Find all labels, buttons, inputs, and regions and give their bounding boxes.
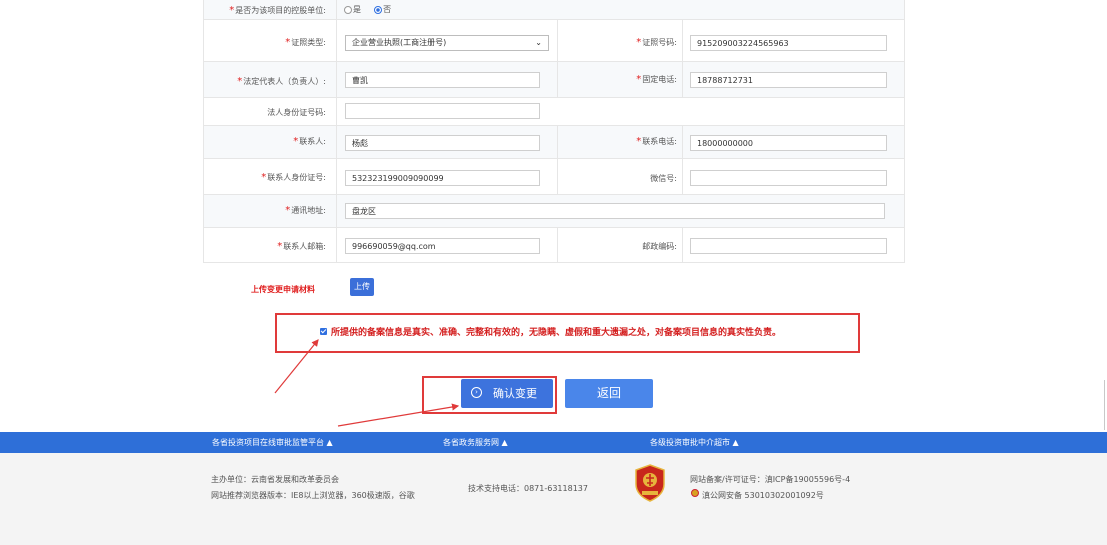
- legal-id-label: 法人身份证号码:: [267, 108, 326, 117]
- footer-link-approval-platform[interactable]: 各省投资项目在线审批监管平台 ▲: [212, 437, 333, 448]
- fixed-phone-label: *固定电话:: [636, 74, 677, 85]
- license-number-label: *证照号码:: [636, 37, 677, 48]
- email-label: *联系人邮箱:: [277, 241, 326, 252]
- footer-link-intermediary[interactable]: 各级投资审批中介超市 ▲: [650, 437, 739, 448]
- license-number-input[interactable]: 915209003224565963: [690, 35, 887, 51]
- contact-phone-label: *联系电话:: [636, 136, 677, 147]
- column-divider: [336, 0, 337, 19]
- postcode-label: 邮政编码:: [642, 242, 677, 251]
- declaration-checkbox[interactable]: [320, 328, 327, 335]
- police-badge-icon: [691, 489, 699, 497]
- address-input[interactable]: 盘龙区: [345, 203, 885, 219]
- fixed-phone-input[interactable]: 18788712731: [690, 72, 887, 88]
- contact-label: *联系人:: [293, 136, 326, 147]
- legal-id-input[interactable]: [345, 103, 540, 119]
- footer-support-phone: 技术支持电话：0871-63118137: [468, 484, 588, 493]
- confirm-change-label: 确认变更: [493, 387, 537, 400]
- form-row-email: *联系人邮箱: 996690059@qq.com 邮政编码:: [204, 227, 904, 263]
- form-row-legal-id: 法人身份证号码:: [204, 97, 904, 126]
- email-input[interactable]: 996690059@qq.com: [345, 238, 540, 254]
- circle-arrow-icon: ›: [471, 387, 482, 398]
- wechat-label: 微信号:: [650, 174, 677, 183]
- form-table: *是否为该项目的控股单位: 是 否 *证照类型: 企业营业执照(工商注册号) ⌄ …: [203, 0, 905, 263]
- license-type-select[interactable]: 企业营业执照(工商注册号) ⌄: [345, 35, 549, 51]
- required-star: *: [229, 5, 235, 16]
- postcode-input[interactable]: [690, 238, 887, 254]
- footer-info: 主办单位：云南省发展和改革委员会 网站推荐浏览器版本：IE8以上浏览器，360极…: [0, 453, 1107, 545]
- confirm-change-button[interactable]: › 确认变更: [461, 379, 553, 408]
- radio-yes[interactable]: [344, 5, 352, 14]
- radio-yes-label: 是: [353, 5, 361, 14]
- address-label: *通讯地址:: [285, 205, 326, 216]
- legal-rep-label: *法定代表人（负责人）:: [237, 76, 326, 87]
- gov-emblem-icon: [635, 464, 665, 502]
- form-row-holding: *是否为该项目的控股单位: 是 否: [204, 0, 904, 19]
- form-row-license: *证照类型: 企业营业执照(工商注册号) ⌄ *证照号码: 91520900322…: [204, 19, 904, 62]
- contact-phone-input[interactable]: 18000000000: [690, 135, 887, 151]
- form-row-address: *通讯地址: 盘龙区: [204, 194, 904, 228]
- contact-input[interactable]: 杨彪: [345, 135, 540, 151]
- legal-rep-input[interactable]: 曹凯: [345, 72, 540, 88]
- contact-id-input[interactable]: 532323199009090099: [345, 170, 540, 186]
- scroll-edge: [1104, 380, 1105, 430]
- footer-icp[interactable]: 网站备案/许可证号：滇ICP备19005596号-4: [690, 474, 850, 485]
- back-button[interactable]: 返回: [565, 379, 653, 408]
- holding-label: *是否为该项目的控股单位:: [229, 5, 326, 16]
- radio-no-label: 否: [383, 5, 392, 14]
- contact-id-label: *联系人身份证号:: [261, 172, 326, 183]
- license-type-label: *证照类型:: [285, 37, 326, 48]
- footer-link-gov-service[interactable]: 各省政务服务网 ▲: [443, 437, 508, 448]
- footer-host-unit: 主办单位：云南省发展和改革委员会: [211, 475, 339, 484]
- form-row-contact: *联系人: 杨彪 *联系电话: 18000000000: [204, 125, 904, 159]
- footer-browser-tip: 网站推荐浏览器版本：IE8以上浏览器，360极速版，谷歌: [211, 491, 415, 500]
- declaration-text: 所提供的备案信息是真实、准确、完整和有效的，无隐瞒、虚假和重大遗漏之处，对备案项…: [331, 328, 782, 338]
- radio-no[interactable]: [374, 5, 383, 14]
- form-area: *是否为该项目的控股单位: 是 否 *证照类型: 企业营业执照(工商注册号) ⌄ …: [0, 0, 1107, 432]
- chevron-down-icon: ⌄: [535, 38, 542, 47]
- upload-button[interactable]: 上传: [350, 278, 374, 296]
- footer-link-bar: 各省投资项目在线审批监管平台 ▲ 各省政务服务网 ▲ 各级投资审批中介超市 ▲: [0, 432, 1107, 453]
- form-row-contact-id: *联系人身份证号: 532323199009090099 微信号:: [204, 158, 904, 195]
- form-row-legal-rep: *法定代表人（负责人）: 曹凯 *固定电话: 18788712731: [204, 61, 904, 98]
- upload-materials-label: 上传变更申请材料: [251, 285, 315, 294]
- holding-radio-group: 是 否: [344, 4, 391, 15]
- footer-police-record[interactable]: 滇公网安备 53010302001092号: [702, 490, 824, 501]
- wechat-input[interactable]: [690, 170, 887, 186]
